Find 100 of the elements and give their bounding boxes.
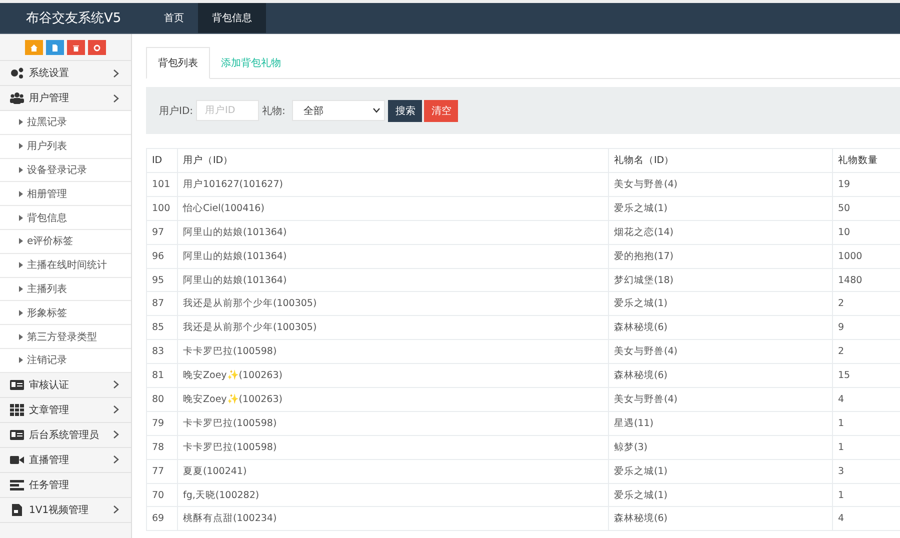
sidebar-submenu-item[interactable]: 形象标签 (0, 301, 131, 326)
table-cell: 101 (146, 172, 178, 196)
table-cell: 77 (146, 459, 178, 484)
table-cell: 87 (146, 292, 178, 316)
table-cell: 69 (146, 506, 178, 531)
video-camera-icon (10, 454, 24, 466)
bullet-icon (19, 262, 23, 268)
trash-icon (72, 44, 80, 52)
sidebar-submenu-item[interactable]: 第三方登录类型 (0, 325, 131, 349)
sidebar-submenu-item[interactable]: e评价标签 (0, 230, 131, 254)
table-cell: 美女与野兽(4) (608, 388, 832, 412)
sidebar-submenu-item[interactable]: 主播在线时间统计 (0, 254, 131, 278)
bullet-icon (19, 119, 23, 126)
chevron-icon (113, 505, 119, 514)
chevron-icon (113, 380, 119, 390)
table-cell: 95 (146, 268, 178, 292)
id-card-icon (10, 378, 24, 391)
search-button[interactable]: 搜索 (388, 100, 422, 122)
table-cell: 79 (146, 411, 178, 436)
content-tab[interactable]: 背包列表 (146, 47, 210, 79)
sidebar-submenu-item[interactable]: 注销记录 (0, 348, 131, 373)
table-cell: 卡卡罗巴拉(100598) (178, 411, 608, 436)
tasks-icon (10, 478, 24, 491)
brand-title: 布谷交友系统V5 (25, 10, 122, 28)
table-cell: 96 (146, 244, 178, 268)
column-header: 礼物名（ID） (608, 148, 832, 172)
video-file-icon (10, 504, 24, 516)
bullet-icon (19, 310, 23, 316)
trash-button[interactable] (67, 40, 85, 55)
table-cell: 83 (146, 340, 178, 364)
table-cell: 桃酥有点甜(100234) (178, 506, 608, 531)
document-icon (51, 44, 59, 52)
home-icon (30, 44, 38, 52)
sidebar-submenu-item[interactable]: 主播列表 (0, 278, 131, 302)
sidebar-submenu-item[interactable]: 相册管理 (0, 182, 131, 206)
nav-tab[interactable]: 首页 (150, 3, 198, 33)
document-button[interactable] (46, 40, 64, 55)
table-cell: 卡卡罗巴拉(100598) (178, 340, 608, 364)
table-cell: 晚安Zoey✨(100263) (178, 364, 608, 388)
chevron-icon (113, 455, 119, 464)
table-cell: 森林秘境(6) (608, 316, 832, 340)
table-cell: 怡心Ciel(100416) (178, 196, 608, 220)
bullet-icon (19, 357, 23, 364)
sidebar-submenu-item[interactable]: 背包信息 (0, 206, 131, 230)
table-cell: 星遇(11) (608, 411, 832, 436)
users-icon (10, 92, 24, 104)
table-cell: 烟花之恋(14) (608, 220, 832, 244)
table-cell: 阿里山的姑娘(101364) (178, 220, 608, 244)
caret-icon (373, 108, 380, 113)
table-cell: 爱乐之城(1) (608, 292, 832, 316)
table-cell: 用户101627(101627) (178, 172, 608, 196)
table-cell: 森林秘境(6) (608, 364, 832, 388)
table-cell: 梦幻城堡(18) (608, 268, 832, 292)
table-cell: 夏夏(100241) (178, 459, 608, 484)
bullet-icon (19, 238, 23, 244)
admin-card-icon (10, 428, 24, 441)
table-cell: 森林秘境(6) (608, 506, 832, 531)
user-id-label: 用户ID: (159, 104, 194, 118)
table-cell: 卡卡罗巴拉(100598) (178, 435, 608, 460)
gift-dropdown[interactable]: 全部 (292, 100, 386, 121)
table-cell: 爱乐之城(1) (608, 483, 832, 507)
table-cell: 爱乐之城(1) (608, 459, 832, 484)
table-cell: 阿里山的姑娘(101364) (178, 268, 608, 292)
nav-tab[interactable]: 背包信息 (198, 3, 266, 33)
table-cell: 我还是从前那个少年(100305) (178, 316, 608, 340)
chevron-icon (113, 405, 119, 414)
table-cell: 我还是从前那个少年(100305) (178, 292, 608, 316)
table-cell: fg,天晓(100282) (178, 483, 608, 507)
table-cell: 78 (146, 435, 178, 460)
column-header: ID (146, 148, 178, 172)
sidebar-submenu-item[interactable]: 拉黑记录 (0, 111, 131, 135)
table-cell: 阿里山的姑娘(101364) (178, 244, 608, 268)
sidebar-submenu-item[interactable]: 用户列表 (0, 134, 131, 159)
table-cell: 70 (146, 483, 178, 507)
table-cell: 晚安Zoey✨(100263) (178, 388, 608, 412)
chevron-icon (113, 68, 119, 78)
grid-icon (10, 404, 24, 416)
table-cell: 爱乐之城(1) (608, 196, 832, 220)
column-header: 用户（ID） (178, 148, 608, 172)
table-cell: 85 (146, 316, 178, 340)
bullet-icon (19, 334, 23, 340)
bullet-icon (19, 190, 23, 197)
bullet-icon (19, 286, 23, 292)
gift-label: 礼物: (262, 104, 286, 118)
table-cell: 80 (146, 388, 178, 412)
sidebar-submenu-item[interactable]: 设备登录记录 (0, 158, 131, 182)
user-id-field[interactable]: 用户ID (196, 100, 260, 121)
chevron-icon (113, 94, 119, 102)
bullet-icon (19, 166, 23, 173)
table-cell: 81 (146, 364, 178, 388)
home-button[interactable] (25, 40, 43, 55)
bullet-icon (19, 214, 23, 221)
bullet-icon (19, 143, 23, 150)
table-cell: 97 (146, 220, 178, 244)
table-cell: 100 (146, 196, 178, 220)
table-cell: 鲸梦(3) (608, 435, 832, 460)
clear-button[interactable]: 清空 (424, 100, 458, 122)
table-cell: 爱的抱抱(17) (608, 244, 832, 268)
recycle-button[interactable] (88, 40, 106, 55)
table-cell: 美女与野兽(4) (608, 172, 832, 196)
